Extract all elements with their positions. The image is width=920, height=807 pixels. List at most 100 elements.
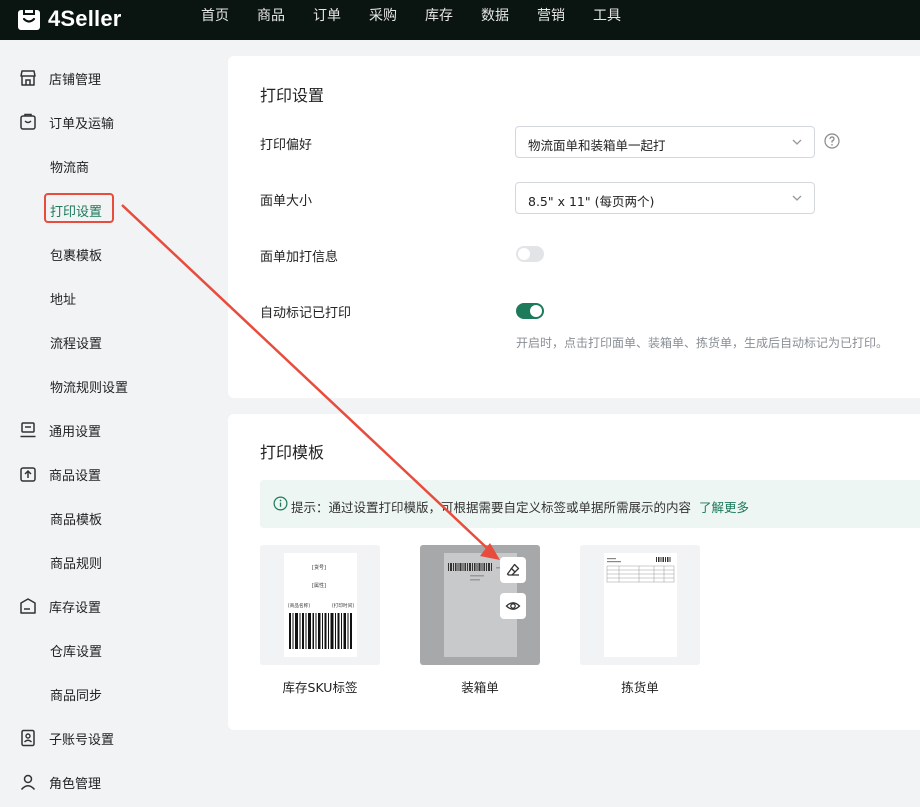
table-grid-graphic [606,565,675,583]
toggle-knob [518,248,530,260]
label-size-label: 面单大小 [260,194,313,209]
logo-text: 4Seller [48,6,122,31]
sidebar-item-workflow-settings[interactable]: 流程设置 [0,320,213,364]
sidebar-item-label: 订单及运输 [49,116,115,132]
print-preference-value: 物流面单和装箱单一起打 [528,138,666,153]
sidebar-item-sub-accounts[interactable]: 子账号设置 [0,716,213,760]
print-templates-title: 打印模板 [260,443,325,462]
sidebar-item-orders-shipping[interactable]: 订单及运输 [0,100,213,144]
sidebar-item-product-settings[interactable]: 商品设置 [0,452,213,496]
template-preview[interactable]: [货号] [属性] [商品名称] [打印时间] [260,545,380,665]
sidebar-item-role-management[interactable]: 角色管理 [0,760,213,804]
shopping-bag-icon [18,10,40,30]
sidebar-item-label: 物流商 [50,160,90,176]
auto-mark-hint: 开启时，点击打印面单、装箱单、拣货单，生成后自动标记为已打印。 [516,336,889,350]
picking-list-preview-drawing [606,557,675,583]
auto-mark-label: 自动标记已打印 [260,306,352,321]
bag-icon [20,113,36,130]
barcode-graphic [289,613,352,649]
help-icon[interactable] [824,133,840,149]
printer-icon [20,422,36,438]
highlight-annotation-box [44,193,114,223]
template-name: 库存SKU标签 [282,680,358,695]
sku-label-preview: [货号] [属性] [商品名称] [打印时间] [284,553,357,657]
eye-icon [505,602,521,610]
picking-list-preview [604,553,677,657]
sku-label-preview-drawing: [货号] [属性] [商品名称] [打印时间] [288,564,354,649]
nav-data[interactable]: 数据 [467,0,523,40]
print-preference-select[interactable]: 物流面单和装箱单一起打 [515,126,815,158]
sidebar-item-label: 包裹模板 [50,248,103,264]
nav-inventory[interactable]: 库存 [411,0,467,40]
print-settings-card: 打印设置 打印偏好 物流面单和装箱单一起打 面单大小 8.5" x 11" (每… [228,56,920,398]
preview-template-button[interactable] [500,593,526,619]
sidebar-item-store-management[interactable]: 店铺管理 [0,56,213,100]
learn-more-link[interactable]: 了解更多 [699,500,749,515]
sidebar-item-label: 商品同步 [50,688,103,704]
nav-orders[interactable]: 订单 [299,0,355,40]
sidebar-item-product-rules[interactable]: 商品规则 [0,540,213,584]
template-preview[interactable] [580,545,700,665]
template-card-sku-label[interactable]: [货号] [属性] [商品名称] [打印时间] 库存SKU标签 [260,545,380,696]
sidebar-item-product-sync[interactable]: 商品同步 [0,672,213,716]
template-card-packing-slip[interactable]: 装箱单 [420,545,540,696]
app-logo[interactable]: 4Seller [17,6,122,32]
barcode-graphic [656,557,671,562]
product-upload-icon [20,467,36,482]
store-icon [20,70,36,86]
sidebar-item-label: 物流规则设置 [50,380,129,396]
settings-sidebar: 店铺管理 订单及运输 物流商 打印设置 包裹模板 地址 流程设置 物流规则设置 … [0,40,213,807]
barcode-graphic [448,563,492,571]
label-size-select[interactable]: 8.5" x 11" (每页两个) [515,182,815,214]
print-preference-label: 打印偏好 [260,138,313,153]
extra-info-label: 面单加打信息 [260,250,339,265]
sku-preview-line-2: [属性] [312,582,326,589]
sidebar-item-label: 店铺管理 [49,72,102,88]
sidebar-item-label: 商品模板 [50,512,103,528]
chevron-down-icon [792,195,802,201]
sku-preview-line-3: [商品名称] [288,602,310,609]
nav-home[interactable]: 首页 [187,0,243,40]
sidebar-item-package-templates[interactable]: 包裹模板 [0,232,213,276]
sku-preview-line-1: [货号] [312,564,326,571]
nav-purchase[interactable]: 采购 [355,0,411,40]
sidebar-item-carriers[interactable]: 物流商 [0,144,213,188]
sidebar-item-label: 通用设置 [49,424,102,440]
user-icon [20,774,36,791]
tip-banner: 提示：通过设置打印模版，可根据需要自定义标签或单据所需展示的内容 了解更多 [260,480,920,528]
sidebar-item-label: 商品规则 [50,556,103,572]
text-lines-graphic [607,558,621,563]
label-size-value: 8.5" x 11" (每页两个) [528,194,655,209]
sidebar-item-label: 仓库设置 [50,644,103,660]
print-settings-title: 打印设置 [260,86,325,105]
edit-template-button[interactable] [500,557,526,583]
auto-mark-toggle[interactable] [516,303,544,319]
template-preview[interactable] [420,545,540,665]
top-navigation-bar: 4Seller 首页 商品 订单 采购 库存 数据 营销 工具 [0,0,920,40]
sidebar-item-product-templates[interactable]: 商品模板 [0,496,213,540]
sidebar-item-general-settings[interactable]: 通用设置 [0,408,213,452]
extra-info-toggle[interactable] [516,246,544,262]
template-name: 装箱单 [461,680,499,695]
sidebar-item-label: 库存设置 [49,600,102,616]
sidebar-item-label: 子账号设置 [49,732,115,748]
template-card-picking-list[interactable]: 拣货单 [580,545,700,696]
main-nav: 首页 商品 订单 采购 库存 数据 营销 工具 [187,0,635,40]
sku-preview-line-4: [打印时间] [332,602,354,609]
print-templates-card: 打印模板 提示：通过设置打印模版，可根据需要自定义标签或单据所需展示的内容 了解更… [228,414,920,730]
nav-products[interactable]: 商品 [243,0,299,40]
id-badge-icon [21,729,35,747]
nav-marketing[interactable]: 营销 [523,0,579,40]
info-icon [273,496,288,511]
sidebar-item-label: 地址 [50,292,77,308]
warehouse-icon [20,598,36,614]
tip-text: 提示：通过设置打印模版，可根据需要自定义标签或单据所需展示的内容 了解更多 [291,500,750,515]
sidebar-item-inventory-settings[interactable]: 库存设置 [0,584,213,628]
sidebar-item-label: 角色管理 [49,776,102,792]
eraser-edit-icon [506,563,520,576]
toggle-knob [530,305,542,317]
nav-tools[interactable]: 工具 [579,0,635,40]
sidebar-item-address[interactable]: 地址 [0,276,213,320]
sidebar-item-logistics-rules[interactable]: 物流规则设置 [0,364,213,408]
sidebar-item-warehouse-settings[interactable]: 仓库设置 [0,628,213,672]
